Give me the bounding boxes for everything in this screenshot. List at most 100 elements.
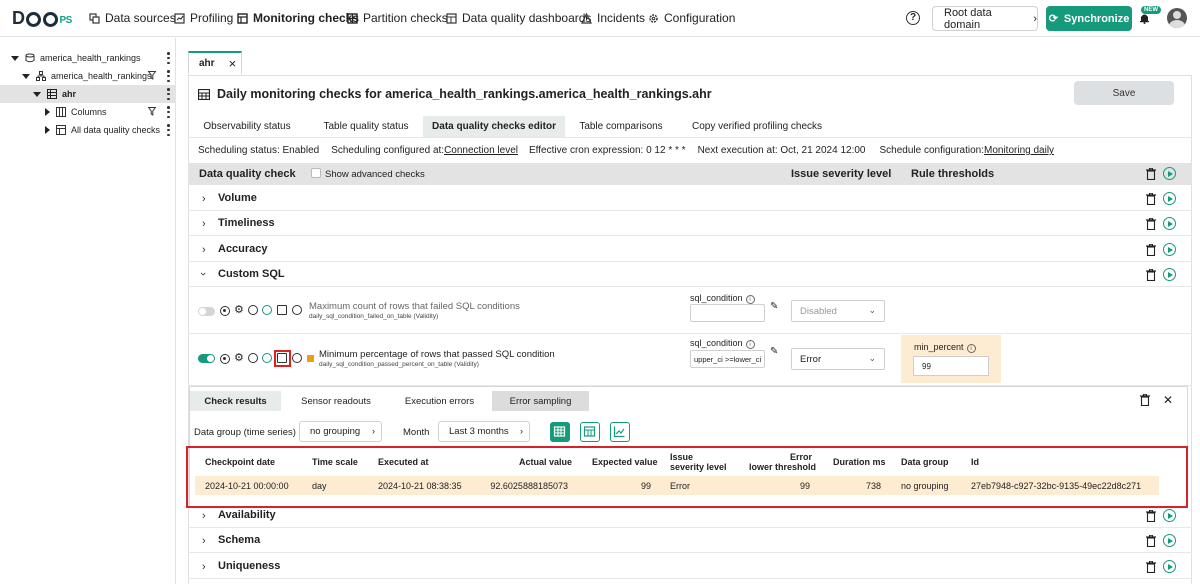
- sql-condition-input[interactable]: upper_ci >=lower_ci: [690, 350, 765, 368]
- nav-data-quality-dashboards[interactable]: Data quality dashboards: [446, 11, 591, 25]
- run-icon[interactable]: [1163, 534, 1176, 547]
- category-custom-sql[interactable]: › Custom SQL: [188, 262, 1192, 287]
- monitoring-daily-link[interactable]: Monitoring daily: [984, 145, 1054, 156]
- run-icon[interactable]: [1163, 167, 1176, 180]
- run-icon[interactable]: [1163, 509, 1176, 522]
- tab-sensor-readouts[interactable]: Sensor readouts: [290, 391, 382, 411]
- trash-icon[interactable]: [1140, 394, 1150, 406]
- dqops-logo[interactable]: D PS: [12, 8, 72, 29]
- connection-level-link[interactable]: Connection level: [444, 145, 518, 156]
- show-advanced-checkbox[interactable]: Show advanced checks: [311, 168, 425, 180]
- chart-view-icon[interactable]: [610, 422, 630, 442]
- trash-icon[interactable]: [1146, 167, 1156, 180]
- enable-toggle[interactable]: [198, 354, 215, 363]
- trash-icon[interactable]: [1146, 217, 1156, 230]
- nav-profiling[interactable]: Profiling: [174, 11, 233, 25]
- gear-icon[interactable]: ⚙: [234, 305, 244, 316]
- edit-icon[interactable]: ✎: [770, 301, 778, 312]
- nav-partition-checks[interactable]: Partition checks: [347, 11, 448, 25]
- trash-icon[interactable]: [1146, 243, 1156, 256]
- tree-item-all-checks[interactable]: All data quality checks: [0, 121, 176, 139]
- min-percent-input[interactable]: 99: [913, 356, 989, 376]
- target-icon[interactable]: [220, 306, 230, 316]
- info-icon[interactable]: i: [966, 344, 976, 353]
- help-icon[interactable]: ?: [906, 11, 920, 25]
- save-button[interactable]: Save: [1074, 81, 1174, 105]
- more-icon[interactable]: [167, 52, 170, 64]
- run-icon[interactable]: [1163, 268, 1176, 281]
- more-icon[interactable]: [167, 88, 170, 100]
- tab-check-results[interactable]: Check results: [190, 391, 281, 411]
- info-icon[interactable]: i: [745, 340, 755, 349]
- enable-toggle[interactable]: [198, 307, 215, 316]
- trash-icon[interactable]: [1146, 268, 1156, 281]
- run-check-icon[interactable]: [262, 353, 272, 363]
- nav-configuration[interactable]: Configuration: [648, 11, 735, 25]
- run-check-icon[interactable]: [262, 305, 272, 315]
- severity-select[interactable]: Error ⌄: [791, 348, 885, 370]
- category-uniqueness[interactable]: › Uniqueness: [188, 554, 1192, 579]
- nav-data-sources[interactable]: Data sources: [89, 11, 176, 25]
- user-avatar[interactable]: [1167, 8, 1187, 28]
- tab-table-comparisons[interactable]: Table comparisons: [565, 116, 677, 137]
- edit-icon[interactable]: ✎: [770, 346, 778, 357]
- expand-icon[interactable]: [45, 108, 50, 116]
- run-icon[interactable]: [1163, 192, 1176, 205]
- tree-item-schema[interactable]: america_health_rankings: [0, 67, 176, 85]
- nav-incidents[interactable]: Incidents: [581, 11, 645, 25]
- expand-icon[interactable]: [33, 91, 41, 97]
- close-icon[interactable]: ✕: [1163, 393, 1173, 407]
- results-list-icon[interactable]: [277, 305, 287, 315]
- filter-icon[interactable]: [148, 71, 156, 80]
- category-schema[interactable]: › Schema: [188, 528, 1192, 553]
- tab-execution-errors[interactable]: Execution errors: [394, 391, 485, 411]
- tab-copy-verified-profiling[interactable]: Copy verified profiling checks: [688, 116, 826, 137]
- tab-error-sampling[interactable]: Error sampling: [492, 391, 589, 411]
- category-accuracy[interactable]: › Accuracy: [188, 237, 1192, 262]
- close-icon[interactable]: ×: [229, 56, 237, 71]
- run-icon[interactable]: [1163, 243, 1176, 256]
- clock-icon[interactable]: [248, 353, 258, 363]
- info-icon[interactable]: i: [745, 295, 755, 304]
- target-icon[interactable]: [220, 354, 230, 364]
- category-volume[interactable]: › Volume: [188, 186, 1192, 211]
- expand-icon[interactable]: [11, 55, 19, 61]
- month-select[interactable]: Last 3 months ›: [438, 421, 530, 442]
- category-availability[interactable]: › Availability: [188, 503, 1192, 528]
- tab-checks-editor[interactable]: Data quality checks editor: [423, 116, 565, 137]
- expand-icon[interactable]: [22, 73, 30, 79]
- tree-item-table[interactable]: ahr: [0, 85, 176, 103]
- trash-icon[interactable]: [1146, 192, 1156, 205]
- category-timeliness[interactable]: › Timeliness: [188, 211, 1192, 236]
- synchronize-button[interactable]: ⟳ Synchronize: [1046, 6, 1132, 31]
- expand-icon[interactable]: [45, 126, 50, 134]
- info-icon[interactable]: [292, 305, 302, 315]
- clock-icon[interactable]: [248, 305, 258, 315]
- checkbox[interactable]: [311, 168, 321, 178]
- trash-icon[interactable]: [1146, 560, 1156, 573]
- data-group-select[interactable]: no grouping ›: [299, 421, 382, 442]
- more-icon[interactable]: [167, 124, 170, 136]
- columns-icon: [56, 107, 66, 117]
- domain-selector[interactable]: Root data domain ›: [932, 6, 1038, 31]
- gear-icon[interactable]: ⚙: [234, 353, 244, 364]
- severity-select[interactable]: Disabled ⌄: [791, 300, 885, 322]
- filter-icon[interactable]: [148, 107, 156, 116]
- run-icon[interactable]: [1163, 217, 1176, 230]
- tree-item-columns[interactable]: Columns: [0, 103, 176, 121]
- info-icon[interactable]: [292, 353, 302, 363]
- run-icon[interactable]: [1163, 560, 1176, 573]
- more-icon[interactable]: [167, 70, 170, 82]
- file-tab-ahr[interactable]: ahr ×: [188, 51, 242, 75]
- tab-table-quality-status[interactable]: Table quality status: [306, 116, 426, 137]
- trash-icon[interactable]: [1146, 509, 1156, 522]
- chevron-down-icon: ›: [196, 272, 209, 276]
- table-view-icon[interactable]: [550, 422, 570, 442]
- tree-item-connection[interactable]: america_health_rankings: [0, 49, 176, 67]
- calendar-view-icon[interactable]: [580, 422, 600, 442]
- tab-observability-status[interactable]: Observability status: [188, 116, 306, 137]
- sql-condition-input[interactable]: [690, 304, 765, 322]
- trash-icon[interactable]: [1146, 534, 1156, 547]
- more-icon[interactable]: [167, 106, 170, 118]
- nav-monitoring-checks[interactable]: Monitoring checks: [237, 11, 359, 25]
